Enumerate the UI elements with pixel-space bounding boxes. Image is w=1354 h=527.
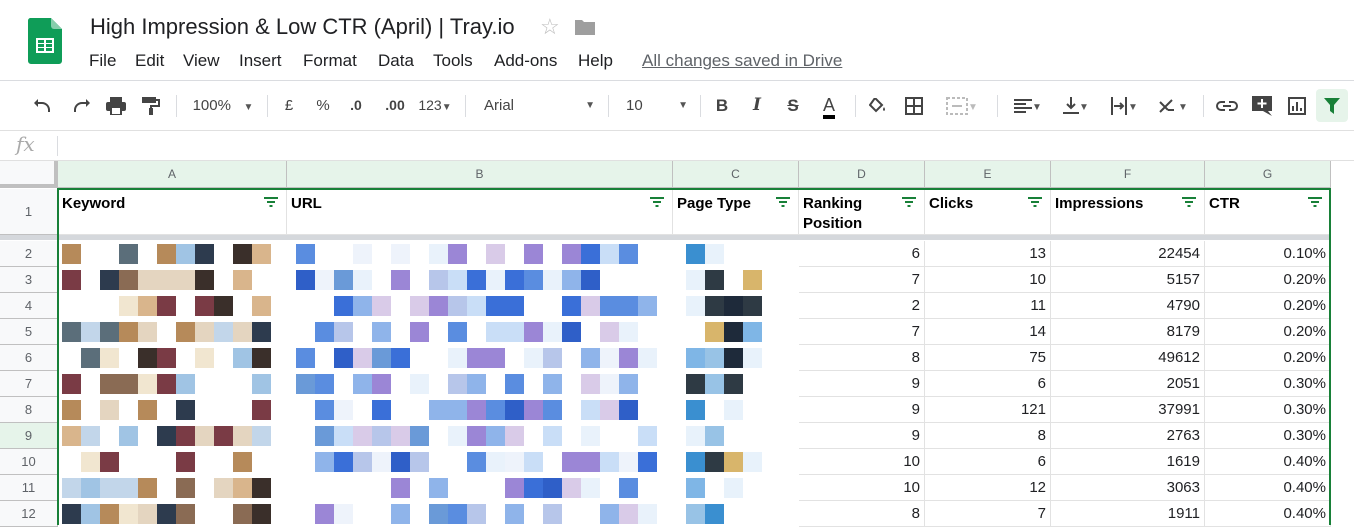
column-header-c[interactable]: C bbox=[673, 161, 799, 188]
star-icon[interactable]: ☆ bbox=[540, 14, 560, 40]
paint-format-icon[interactable] bbox=[139, 81, 163, 130]
divider bbox=[57, 136, 58, 156]
undo-icon[interactable] bbox=[32, 81, 56, 130]
vertical-align-icon[interactable]: ▼ bbox=[1056, 81, 1096, 130]
column-header-e[interactable]: E bbox=[925, 161, 1051, 188]
sheets-logo-icon[interactable] bbox=[28, 18, 62, 64]
italic-button[interactable]: I bbox=[748, 81, 766, 130]
horizontal-align-icon[interactable]: ▼ bbox=[1008, 81, 1048, 130]
select-all-corner[interactable] bbox=[0, 161, 58, 188]
formula-bar[interactable] bbox=[0, 131, 1354, 161]
menu-help[interactable]: Help bbox=[578, 51, 613, 71]
row-header-1[interactable]: 1 bbox=[0, 189, 58, 235]
font-size-select[interactable]: 10 ▼ bbox=[626, 81, 690, 130]
decrease-decimal-button[interactable]: .0 bbox=[343, 81, 369, 130]
insert-link-icon[interactable] bbox=[1214, 81, 1240, 130]
menu-file[interactable]: File bbox=[89, 51, 116, 71]
menu-add-ons[interactable]: Add-ons bbox=[494, 51, 557, 71]
filter-range-border bbox=[57, 188, 1331, 525]
text-rotation-icon[interactable]: ▼ bbox=[1152, 81, 1194, 130]
currency-format-button[interactable]: £ bbox=[279, 81, 299, 130]
borders-icon[interactable] bbox=[902, 81, 926, 130]
menu-data[interactable]: Data bbox=[378, 51, 414, 71]
more-formats-select[interactable]: 123▼ bbox=[414, 81, 456, 130]
zoom-select[interactable]: 100% ▼ bbox=[188, 81, 258, 130]
merge-cells-icon[interactable]: ▼ bbox=[940, 81, 984, 130]
menu-tools[interactable]: Tools bbox=[433, 51, 473, 71]
print-icon[interactable] bbox=[104, 81, 128, 130]
increase-decimal-button[interactable]: .00 bbox=[380, 81, 410, 130]
insert-comment-icon[interactable] bbox=[1250, 81, 1274, 130]
menu-format[interactable]: Format bbox=[303, 51, 357, 71]
menu-edit[interactable]: Edit bbox=[135, 51, 164, 71]
column-header-f[interactable]: F bbox=[1051, 161, 1205, 188]
text-color-button[interactable]: A bbox=[816, 81, 842, 130]
insert-chart-icon[interactable] bbox=[1285, 81, 1309, 130]
save-status-link[interactable]: All changes saved in Drive bbox=[642, 51, 842, 71]
menu-insert[interactable]: Insert bbox=[239, 51, 282, 71]
percent-format-button[interactable]: % bbox=[313, 81, 333, 130]
fx-label: fx bbox=[16, 132, 35, 156]
column-header-g[interactable]: G bbox=[1205, 161, 1331, 188]
document-title[interactable]: High Impression & Low CTR (April) | Tray… bbox=[90, 14, 515, 40]
redo-icon[interactable] bbox=[68, 81, 92, 130]
toolbar: 100% ▼ £ % .0 .00 123▼ Arial ▼ 10 ▼ B I S … bbox=[0, 81, 1354, 131]
text-wrapping-icon[interactable]: ▼ bbox=[1104, 81, 1144, 130]
filter-icon[interactable] bbox=[1316, 89, 1348, 122]
font-family-select[interactable]: Arial ▼ bbox=[484, 81, 599, 130]
column-header-d[interactable]: D bbox=[799, 161, 925, 188]
menu-view[interactable]: View bbox=[183, 51, 220, 71]
folder-icon[interactable] bbox=[574, 18, 596, 36]
bold-button[interactable]: B bbox=[713, 81, 731, 130]
fill-color-icon[interactable] bbox=[866, 81, 890, 130]
strikethrough-button[interactable]: S bbox=[784, 81, 802, 130]
column-header-b[interactable]: B bbox=[287, 161, 673, 188]
column-header-a[interactable]: A bbox=[58, 161, 287, 188]
